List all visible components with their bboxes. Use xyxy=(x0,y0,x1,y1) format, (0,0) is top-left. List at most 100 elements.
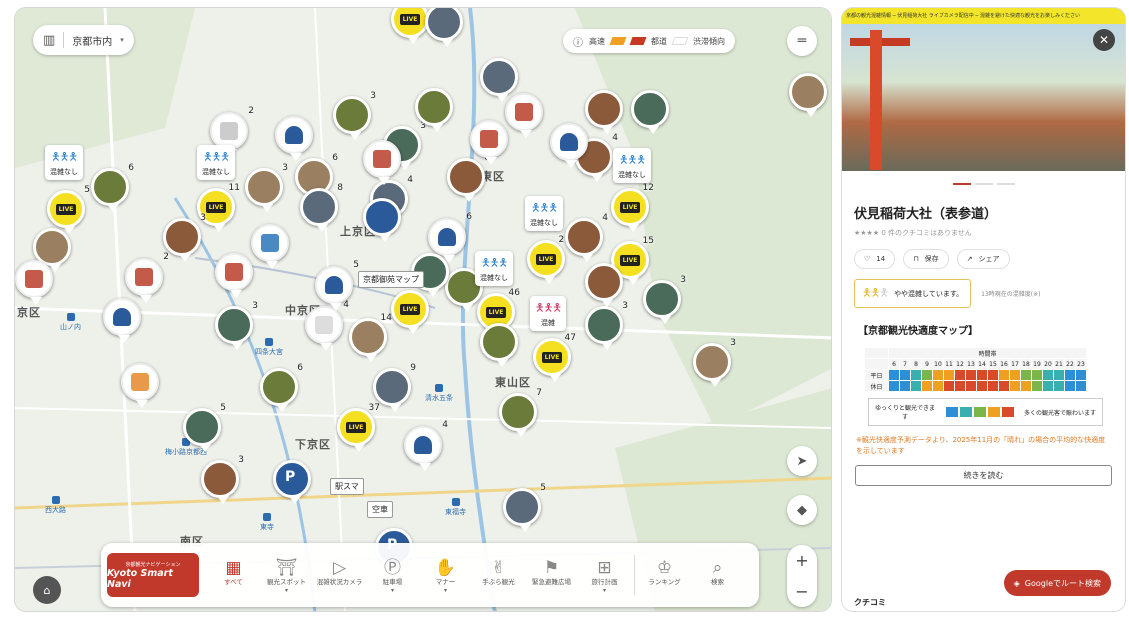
zoom-out-button[interactable]: − xyxy=(795,582,808,601)
facility-pin[interactable]: 4 xyxy=(404,420,448,471)
nav-item-hands-free[interactable]: ✌ 手ぶら観光 xyxy=(472,557,525,593)
facility-pin[interactable] xyxy=(550,123,588,168)
crowd-status-chip[interactable]: 🯅🯅🯅 混雑なし xyxy=(525,196,563,231)
facility-pin[interactable] xyxy=(363,140,401,185)
live-camera-pin[interactable]: LIVE 47 xyxy=(533,333,576,382)
crowd-status-chip[interactable]: 🯅🯅🯅 混雑 xyxy=(530,296,567,331)
like-button[interactable]: ♡ 14 xyxy=(854,249,896,269)
heat-cell xyxy=(1031,369,1043,381)
nav-item-ranking[interactable]: ♔ ランキング xyxy=(638,557,691,593)
heat-cell xyxy=(987,380,999,392)
parking-pin[interactable]: P xyxy=(273,460,311,504)
live-camera-pin[interactable]: LIVE21 xyxy=(527,235,570,284)
spot-photo-pin[interactable]: 6 xyxy=(260,363,303,412)
facility-pin[interactable] xyxy=(251,224,289,269)
hour-label: 15 xyxy=(987,358,999,370)
spot-photo-pin[interactable] xyxy=(789,73,827,117)
google-route-button[interactable]: ◈ Googleでルート検索 xyxy=(1003,570,1111,596)
spot-photo-pin[interactable]: 3 xyxy=(215,301,258,350)
nav-item-spots[interactable]: ⛩ 観光スポット ▾ xyxy=(260,557,313,594)
spot-photo-pin[interactable]: 3 xyxy=(585,301,628,350)
area-selector[interactable]: ▥ 京都市内 ▾ xyxy=(33,25,134,55)
spot-map-label[interactable]: 京都御苑マップ xyxy=(358,271,424,288)
nav-item-camera[interactable]: ▷ 混雑状況カメラ xyxy=(313,557,366,593)
map-canvas[interactable]: ▥ 京都市内 ▾ ⓘ 高速 都道 渋滞傾向 ═ 東区 上京区 中京区 東山区 下… xyxy=(14,7,832,612)
hour-label: 21 xyxy=(1053,358,1065,370)
spot-photo-pin[interactable] xyxy=(480,58,518,102)
hour-label: 17 xyxy=(1009,358,1021,370)
live-camera-pin[interactable]: LIVE 12 xyxy=(611,183,654,232)
menu-button[interactable]: ═ xyxy=(787,26,817,56)
heat-cell xyxy=(932,369,944,381)
facility-pin[interactable] xyxy=(103,298,141,343)
facility-pin[interactable]: 4 xyxy=(305,300,349,351)
spot-photo-pin[interactable]: 5 xyxy=(503,483,546,532)
live-camera-pin[interactable]: LIVE 5 xyxy=(47,185,90,234)
compass-button[interactable]: ◆ xyxy=(787,495,817,525)
live-camera-pin[interactable]: LIVE xyxy=(391,290,429,334)
nav-item-evacuation[interactable]: ⚑ 緊急避難広場 xyxy=(525,557,578,593)
spot-photo-pin[interactable]: 3 xyxy=(163,213,206,262)
app-logo[interactable]: 京都観光ナビゲーション Kyoto Smart Navi xyxy=(107,553,199,597)
facility-pin[interactable] xyxy=(121,363,159,408)
close-button[interactable]: ✕ xyxy=(1093,29,1115,51)
spot-photo-pin[interactable]: 5 xyxy=(183,403,226,452)
bus-stop-pin[interactable] xyxy=(363,198,401,242)
facility-pin[interactable]: 5 xyxy=(315,260,359,311)
spot-photo-pin[interactable]: 9 xyxy=(373,363,416,412)
spot-photo-pin[interactable]: 6 xyxy=(447,153,490,202)
facility-pin[interactable] xyxy=(470,120,508,165)
divider xyxy=(634,555,635,595)
spot-photo-pin[interactable] xyxy=(415,88,453,132)
nav-item-all[interactable]: ▦ すべて xyxy=(207,557,260,593)
home-button[interactable]: ⌂ xyxy=(33,576,61,604)
facility-pin[interactable]: 2 xyxy=(125,252,169,303)
nav-item-search[interactable]: ⌕ 検索 xyxy=(691,557,744,593)
spot-hero-image[interactable]: 京都の観光混雑情報 ─ 伏見稲荷大社 ライブカメラ配信中 ─ 混雑を避けた快適な… xyxy=(842,8,1125,171)
crowd-status-chip[interactable]: 🯅🯅🯅 混雑なし xyxy=(613,148,651,183)
facility-pin[interactable]: 6 xyxy=(428,212,472,263)
bus-label[interactable]: 空車 xyxy=(367,501,393,518)
nav-item-parking[interactable]: Ⓟ 駐車場 ▾ xyxy=(366,557,419,594)
facility-pin[interactable] xyxy=(275,116,313,161)
share-button[interactable]: ↗ シェア xyxy=(956,249,1010,269)
spot-photo-pin[interactable]: 3 xyxy=(333,91,376,140)
spot-photo-pin[interactable] xyxy=(585,90,623,134)
spot-photo-pin[interactable] xyxy=(631,90,669,134)
hands-free-icon: ✌ xyxy=(491,558,506,579)
spot-photo-pin[interactable] xyxy=(480,323,518,367)
smartphone-spot-label[interactable]: 駅スマ xyxy=(330,478,364,495)
facility-pin[interactable] xyxy=(505,93,543,138)
zoom-in-button[interactable]: + xyxy=(795,551,808,570)
nav-item-manners[interactable]: ✋ マナー ▾ xyxy=(419,557,472,594)
spot-photo-pin[interactable]: 3 xyxy=(693,338,736,387)
hour-label: 9 xyxy=(921,358,933,370)
spot-photo-pin[interactable]: 3 xyxy=(643,275,686,324)
crowd-status-chip[interactable]: 🯅🯅🯅 混雑なし xyxy=(45,145,83,180)
chevron-down-icon: ▾ xyxy=(120,36,124,44)
facility-pin[interactable] xyxy=(15,260,53,305)
live-camera-pin[interactable]: LIVE 37 xyxy=(337,403,380,452)
heat-cell xyxy=(965,380,977,392)
crowd-status-chip[interactable]: 🯅🯅🯅 混雑なし xyxy=(475,251,513,286)
hour-label: 16 xyxy=(998,358,1010,370)
crowd-status-chip[interactable]: 🯅🯅🯅 混雑なし xyxy=(197,145,235,180)
congestion-note: 13時現在の混雑度(※) xyxy=(981,291,1041,298)
facility-pin[interactable] xyxy=(215,253,253,298)
spot-photo-pin[interactable]: 4 xyxy=(565,213,608,262)
nav-item-plan[interactable]: ⊞ 旅行計画 ▾ xyxy=(578,557,631,594)
spot-photo-pin[interactable] xyxy=(585,263,623,307)
spot-photo-pin[interactable]: 3 xyxy=(201,455,244,504)
locate-button[interactable]: ➤ xyxy=(787,446,817,476)
spot-photo-pin[interactable]: 3 xyxy=(245,163,288,212)
spot-photo-pin[interactable]: 8 xyxy=(300,183,343,232)
spot-photo-pin[interactable]: 7 xyxy=(499,388,542,437)
heat-cell xyxy=(1020,380,1032,392)
save-button[interactable]: ⊓ 保存 xyxy=(903,249,949,269)
area-selector-label: 京都市内 xyxy=(72,36,113,48)
read-more-button[interactable]: 続きを読む xyxy=(855,465,1112,487)
spot-photo-pin[interactable]: 14 xyxy=(349,313,392,362)
spot-photo-pin[interactable]: 6 xyxy=(91,163,134,212)
heat-cell xyxy=(987,369,999,381)
info-icon[interactable]: ⓘ xyxy=(573,34,583,49)
